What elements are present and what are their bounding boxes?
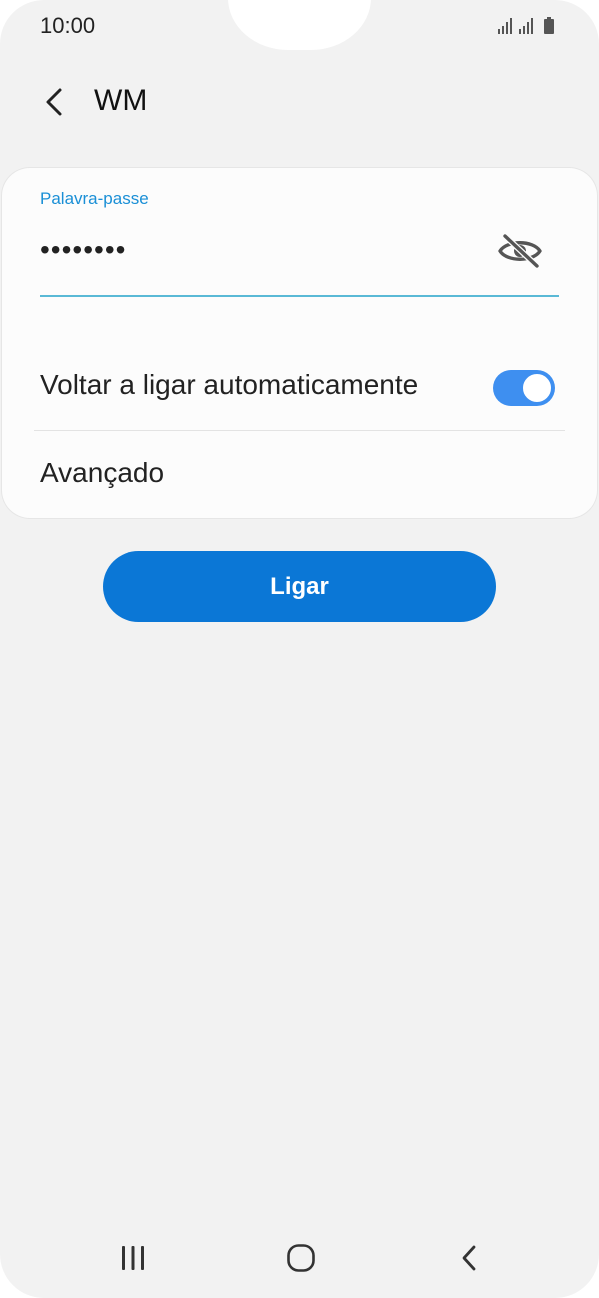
- nav-back-button[interactable]: [446, 1236, 492, 1280]
- signal-icon: [498, 18, 512, 34]
- recent-apps-icon: [122, 1246, 144, 1270]
- divider: [34, 430, 565, 431]
- network-settings-card: Palavra-passe •••••••• Voltar a ligar au…: [2, 168, 597, 518]
- auto-reconnect-row[interactable]: Voltar a ligar automaticamente: [2, 354, 597, 420]
- status-time: 10:00: [40, 13, 96, 38]
- status-icons: [498, 16, 562, 36]
- advanced-row[interactable]: Avançado: [2, 440, 597, 510]
- signal-icon: [519, 18, 533, 34]
- page-title: WM: [94, 84, 148, 117]
- phone-screen: 10:00 WM Palavra-passe •••••••• Voltar a…: [0, 0, 599, 1298]
- battery-icon: [544, 17, 554, 34]
- back-icon: [462, 1245, 476, 1271]
- advanced-label: Avançado: [40, 457, 165, 488]
- show-password-button[interactable]: [495, 231, 545, 271]
- password-input[interactable]: ••••••••: [40, 230, 480, 270]
- camera-notch: [228, 0, 371, 50]
- toggle-knob: [521, 372, 553, 404]
- recent-apps-button[interactable]: [110, 1236, 156, 1280]
- connect-button[interactable]: Ligar: [103, 551, 496, 622]
- password-underline: [40, 295, 559, 297]
- back-button[interactable]: [32, 80, 76, 124]
- auto-reconnect-label: Voltar a ligar automaticamente: [40, 369, 419, 400]
- eye-off-icon: [498, 233, 542, 269]
- password-label: Palavra-passe: [40, 189, 149, 208]
- chevron-left-icon: [46, 88, 62, 116]
- home-button[interactable]: [278, 1236, 324, 1280]
- home-icon: [287, 1244, 315, 1272]
- auto-reconnect-toggle[interactable]: [493, 370, 555, 406]
